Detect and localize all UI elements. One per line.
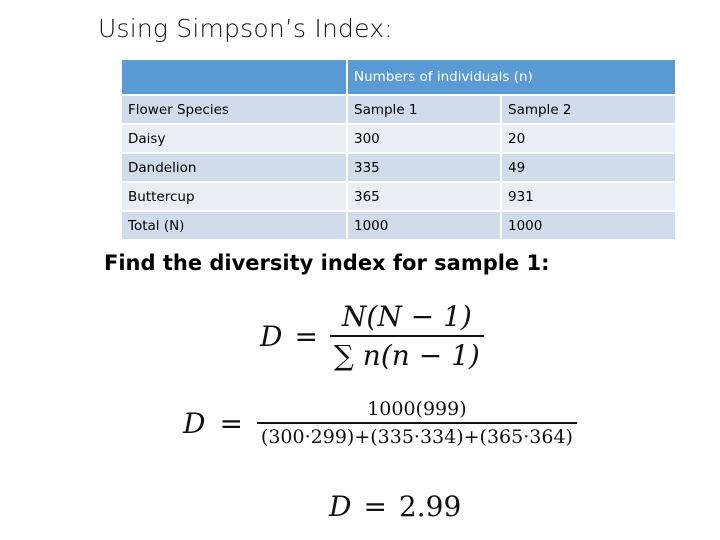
formula-numerator: N(N − 1) [341, 300, 472, 333]
question-text: Find the diversity index for sample 1: [104, 251, 550, 275]
sample1-cell: 1000 [348, 212, 502, 241]
sample2-cell: 49 [502, 154, 675, 183]
species-cell: Buttercup [122, 183, 348, 212]
table-row: Dandelion 335 49 [122, 154, 675, 183]
sample1-cell: 365 [348, 183, 502, 212]
substituted-denominator: (300·299)+(335·334)+(365·364) [256, 422, 577, 448]
formula-denominator: ∑ n(n − 1) [329, 335, 484, 372]
sample2-cell: 1000 [502, 212, 675, 241]
result-formula: D = 2.99 [329, 490, 461, 523]
group-header-cell: Numbers of individuals (n) [348, 60, 675, 96]
formula-lhs: D [183, 406, 206, 440]
empty-header-cell [122, 60, 348, 96]
formula-lhs: D [329, 490, 352, 523]
column-header: Sample 1 [348, 96, 502, 125]
species-cell: Total (N) [122, 212, 348, 241]
formula-fraction: N(N − 1) ∑ n(n − 1) [329, 300, 484, 372]
species-table: Numbers of individuals (n) Flower Specie… [122, 60, 675, 241]
equals-sign: = [294, 319, 318, 353]
result-value: 2.99 [398, 490, 462, 523]
table-column-header-row: Flower Species Sample 1 Sample 2 [122, 96, 675, 125]
table-group-header-row: Numbers of individuals (n) [122, 60, 675, 96]
substituted-formula: D = 1000(999) (300·299)+(335·334)+(365·3… [183, 398, 577, 448]
table-total-row: Total (N) 1000 1000 [122, 212, 675, 241]
sample1-cell: 335 [348, 154, 502, 183]
column-header: Sample 2 [502, 96, 675, 125]
equals-sign: = [363, 490, 387, 523]
table-row: Buttercup 365 931 [122, 183, 675, 212]
substituted-numerator: 1000(999) [367, 398, 467, 420]
slide-title: Using Simpson’s Index: [98, 14, 393, 43]
species-cell: Daisy [122, 125, 348, 154]
sample2-cell: 931 [502, 183, 675, 212]
sample2-cell: 20 [502, 125, 675, 154]
column-header: Flower Species [122, 96, 348, 125]
table-row: Daisy 300 20 [122, 125, 675, 154]
substituted-fraction: 1000(999) (300·299)+(335·334)+(365·364) [256, 398, 577, 448]
species-cell: Dandelion [122, 154, 348, 183]
sample1-cell: 300 [348, 125, 502, 154]
simpson-formula: D = N(N − 1) ∑ n(n − 1) [260, 300, 484, 372]
formula-lhs: D [260, 319, 283, 353]
equals-sign: = [219, 406, 243, 440]
